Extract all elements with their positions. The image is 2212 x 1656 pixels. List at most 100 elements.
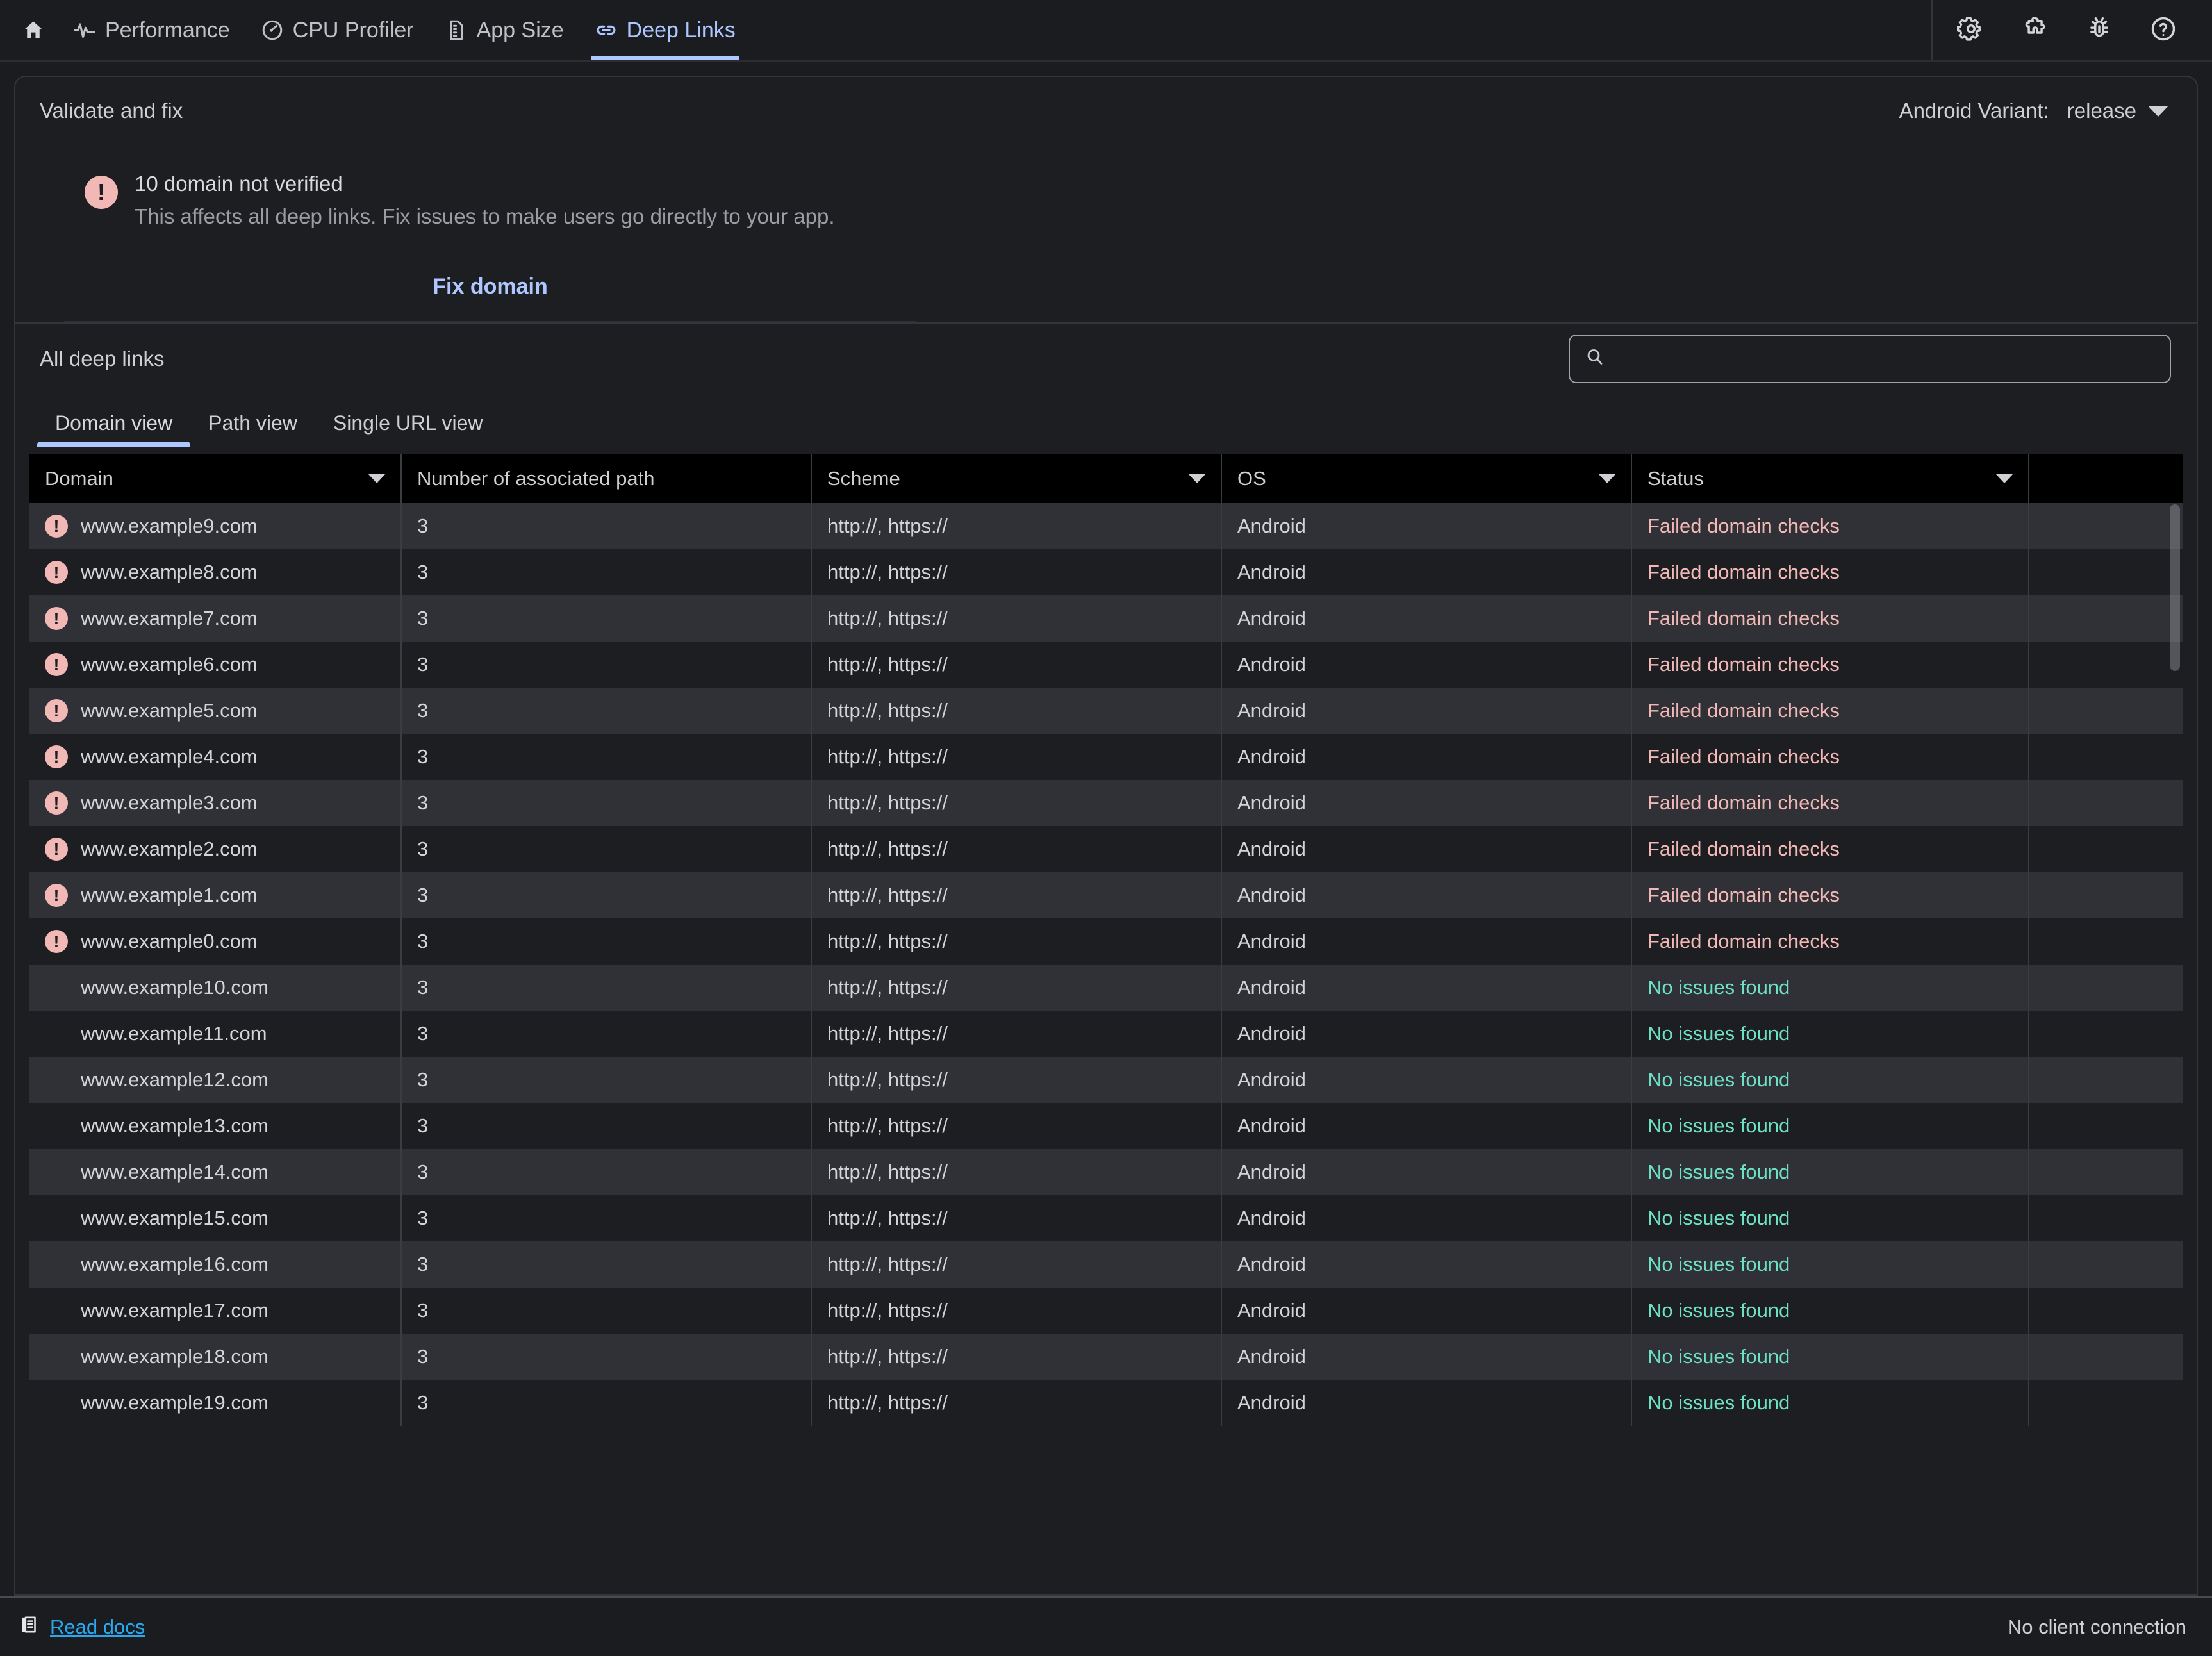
error-icon: ! [45, 838, 68, 861]
cell-os: Android [1221, 503, 1631, 549]
table-row[interactable]: !www.example2.com3http://, https://Andro… [29, 826, 2183, 872]
cell-scheme: http://, https:// [811, 1380, 1221, 1426]
column-header-os[interactable]: OS [1221, 454, 1631, 503]
cell-status: Failed domain checks [1631, 642, 2029, 688]
table-row[interactable]: www.example12.com3http://, https://Andro… [29, 1057, 2183, 1103]
cell-associated-paths: 3 [401, 1380, 811, 1426]
validate-body: ! 10 domain not verified This affects al… [15, 145, 2197, 324]
cell-extra [2029, 780, 2183, 826]
domain-name: www.example19.com [81, 1391, 268, 1414]
table-row[interactable]: !www.example4.com3http://, https://Andro… [29, 734, 2183, 780]
column-label: Number of associated path [417, 467, 655, 490]
active-tab-indicator [591, 56, 739, 60]
nav-item-home[interactable] [9, 0, 58, 60]
cell-scheme: http://, https:// [811, 1057, 1221, 1103]
table-row[interactable]: www.example19.com3http://, https://Andro… [29, 1380, 2183, 1426]
cell-os: Android [1221, 918, 1631, 965]
nav-item-performance[interactable]: Performance [58, 0, 245, 60]
cell-status: Failed domain checks [1631, 826, 2029, 872]
cell-domain: !www.example7.com [29, 595, 401, 642]
column-header-paths[interactable]: Number of associated path [401, 454, 811, 503]
nav-label-app-size: App Size [477, 18, 564, 43]
table-row[interactable]: !www.example5.com3http://, https://Andro… [29, 688, 2183, 734]
table-row[interactable]: !www.example7.com3http://, https://Andro… [29, 595, 2183, 642]
cell-os: Android [1221, 595, 1631, 642]
table-row[interactable]: www.example17.com3http://, https://Andro… [29, 1288, 2183, 1334]
cell-domain: www.example15.com [29, 1195, 401, 1241]
cell-status: No issues found [1631, 1195, 2029, 1241]
chevron-down-icon[interactable] [1189, 474, 1205, 483]
tab-path-view[interactable]: Path view [190, 411, 315, 447]
column-header-status[interactable]: Status [1631, 454, 2029, 503]
debug-button[interactable] [2067, 0, 2131, 61]
domain-name: www.example14.com [81, 1161, 268, 1184]
table-vertical-scrollbar[interactable] [2170, 504, 2180, 671]
cell-associated-paths: 3 [401, 1195, 811, 1241]
table-row[interactable]: www.example15.com3http://, https://Andro… [29, 1195, 2183, 1241]
search-input[interactable] [1616, 348, 2156, 370]
column-header-domain[interactable]: Domain [29, 454, 401, 503]
status-bar: Read docs No client connection [0, 1596, 2212, 1656]
cell-os: Android [1221, 1057, 1631, 1103]
domain-name: www.example16.com [81, 1253, 268, 1276]
domain-name: www.example18.com [81, 1345, 268, 1368]
cell-associated-paths: 3 [401, 780, 811, 826]
cell-extra [2029, 918, 2183, 965]
chevron-down-icon[interactable] [1996, 474, 2013, 483]
cell-domain: !www.example3.com [29, 780, 401, 826]
domain-name: www.example10.com [81, 976, 268, 999]
nav-label-deep-links: Deep Links [627, 18, 736, 43]
tab-label: Domain view [55, 411, 172, 435]
android-variant-selector[interactable]: Android Variant: release [1899, 99, 2168, 123]
cell-scheme: http://, https:// [811, 1241, 1221, 1288]
fix-domain-button[interactable]: Fix domain [433, 274, 547, 299]
cell-scheme: http://, https:// [811, 734, 1221, 780]
cell-associated-paths: 3 [401, 826, 811, 872]
cell-scheme: http://, https:// [811, 1288, 1221, 1334]
table-row[interactable]: !www.example3.com3http://, https://Andro… [29, 780, 2183, 826]
chevron-down-icon[interactable] [1599, 474, 1615, 483]
table-row[interactable]: www.example18.com3http://, https://Andro… [29, 1334, 2183, 1380]
cell-status: No issues found [1631, 1288, 2029, 1334]
domain-name: www.example4.com [81, 745, 258, 768]
cell-os: Android [1221, 1149, 1631, 1195]
extensions-button[interactable] [2003, 0, 2067, 61]
read-docs-link[interactable]: Read docs [19, 1614, 145, 1640]
table-row[interactable]: !www.example0.com3http://, https://Andro… [29, 918, 2183, 965]
table-row[interactable]: www.example16.com3http://, https://Andro… [29, 1241, 2183, 1288]
column-header-scheme[interactable]: Scheme [811, 454, 1221, 503]
table-row[interactable]: www.example11.com3http://, https://Andro… [29, 1011, 2183, 1057]
table-row[interactable]: www.example14.com3http://, https://Andro… [29, 1149, 2183, 1195]
cell-domain: www.example13.com [29, 1103, 401, 1149]
cell-scheme: http://, https:// [811, 1334, 1221, 1380]
cell-domain: !www.example1.com [29, 872, 401, 918]
column-label: OS [1237, 467, 1266, 490]
chevron-down-icon[interactable] [368, 474, 385, 483]
cell-domain: !www.example2.com [29, 826, 401, 872]
nav-item-deep-links[interactable]: Deep Links [579, 0, 751, 60]
table-row[interactable]: !www.example8.com3http://, https://Andro… [29, 549, 2183, 595]
table-row[interactable]: www.example13.com3http://, https://Andro… [29, 1103, 2183, 1149]
table-row[interactable]: !www.example9.com3http://, https://Andro… [29, 503, 2183, 549]
cell-domain: !www.example9.com [29, 503, 401, 549]
cell-status: No issues found [1631, 1149, 2029, 1195]
help-button[interactable] [2131, 0, 2195, 61]
help-icon [2149, 15, 2177, 46]
cell-extra [2029, 1288, 2183, 1334]
read-docs-label: Read docs [50, 1616, 145, 1639]
nav-item-cpu-profiler[interactable]: CPU Profiler [245, 0, 429, 60]
nav-item-app-size[interactable]: App Size [429, 0, 579, 60]
tab-domain-view[interactable]: Domain view [37, 411, 190, 447]
domain-name: www.example13.com [81, 1114, 268, 1138]
settings-button[interactable] [1939, 0, 2003, 61]
table-row[interactable]: !www.example6.com3http://, https://Andro… [29, 642, 2183, 688]
tab-single-url-view[interactable]: Single URL view [315, 411, 501, 447]
cell-associated-paths: 3 [401, 503, 811, 549]
domain-name: www.example3.com [81, 791, 258, 815]
error-icon: ! [45, 653, 68, 676]
table-row[interactable]: www.example10.com3http://, https://Andro… [29, 965, 2183, 1011]
table-row[interactable]: !www.example1.com3http://, https://Andro… [29, 872, 2183, 918]
cell-domain: www.example19.com [29, 1380, 401, 1426]
search-box[interactable] [1569, 335, 2171, 383]
cell-extra [2029, 1103, 2183, 1149]
